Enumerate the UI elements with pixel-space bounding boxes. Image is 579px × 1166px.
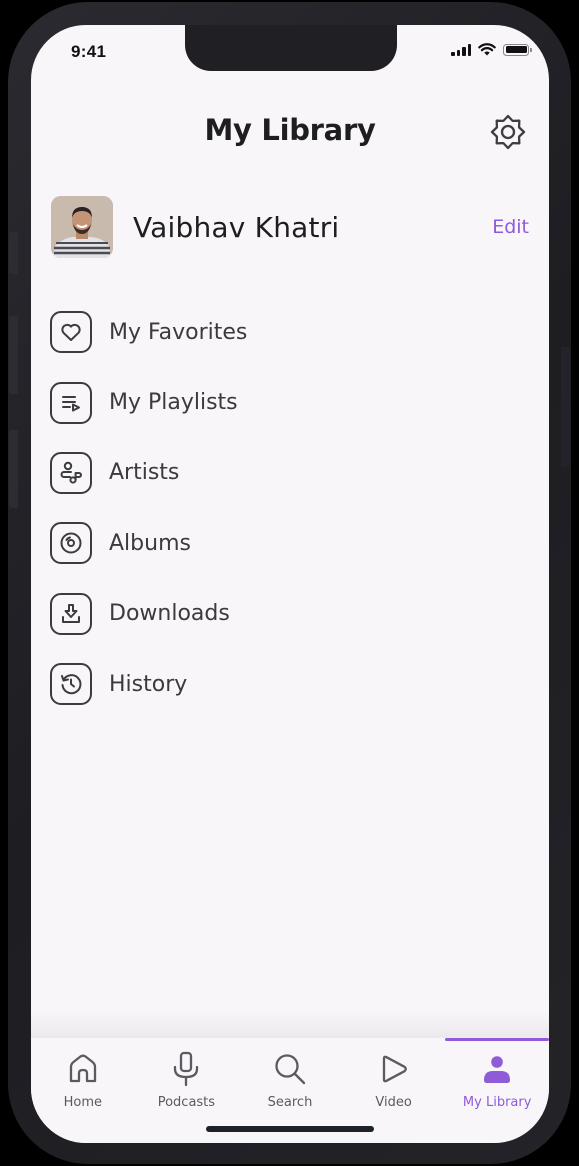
playlist-icon xyxy=(50,381,92,424)
history-icon xyxy=(50,663,92,706)
heart-icon xyxy=(50,311,92,354)
wifi-icon xyxy=(478,43,496,56)
battery-icon xyxy=(503,43,532,56)
play-icon xyxy=(377,1052,411,1086)
active-tab-indicator xyxy=(445,1038,549,1041)
tab-search[interactable]: Search xyxy=(238,1052,342,1110)
tab-label: Home xyxy=(63,1095,102,1110)
menu-item-favorites[interactable]: My Favorites xyxy=(50,297,510,367)
menu-label: Downloads xyxy=(109,601,230,627)
download-icon xyxy=(50,592,92,635)
user-icon xyxy=(480,1052,514,1086)
edit-profile-button[interactable]: Edit xyxy=(492,216,529,238)
tabbar-shadow xyxy=(31,1010,549,1038)
volume-down-button xyxy=(9,430,18,508)
menu-label: My Playlists xyxy=(109,390,238,416)
profile-row: Vaibhav Khatri Edit xyxy=(51,195,529,259)
home-icon xyxy=(66,1052,100,1086)
menu-label: Albums xyxy=(109,530,191,556)
tab-video[interactable]: Video xyxy=(342,1052,446,1110)
menu-item-artists[interactable]: Artists xyxy=(50,438,510,508)
cellular-signal-icon xyxy=(451,43,471,56)
tab-label: My Library xyxy=(462,1095,532,1110)
gear-icon xyxy=(490,114,526,150)
menu-label: Artists xyxy=(109,460,180,486)
menu-label: My Favorites xyxy=(109,319,248,345)
menu-item-albums[interactable]: Albums xyxy=(50,508,510,578)
menu-item-history[interactable]: History xyxy=(50,649,510,719)
avatar[interactable] xyxy=(51,196,113,258)
profile-name: Vaibhav Khatri xyxy=(133,210,340,244)
tab-home[interactable]: Home xyxy=(31,1052,135,1110)
menu-item-downloads[interactable]: Downloads xyxy=(50,579,510,649)
volume-up-button xyxy=(9,316,18,394)
library-menu: My Favorites My Playlists Artists Albums… xyxy=(50,297,510,719)
settings-button[interactable] xyxy=(489,113,527,151)
menu-item-playlists[interactable]: My Playlists xyxy=(50,367,510,437)
artist-icon xyxy=(50,451,92,494)
tab-podcasts[interactable]: Podcasts xyxy=(135,1051,239,1110)
search-icon xyxy=(273,1052,307,1086)
microphone-icon xyxy=(169,1051,203,1087)
tab-my-library[interactable]: My Library xyxy=(445,1052,549,1110)
tab-label: Podcasts xyxy=(157,1095,216,1110)
home-indicator[interactable] xyxy=(206,1126,374,1132)
tab-label: Search xyxy=(267,1095,313,1110)
profile-photo xyxy=(51,196,113,258)
notch xyxy=(185,25,397,71)
album-disc-icon xyxy=(50,522,92,565)
tab-label: Video xyxy=(375,1095,412,1110)
page-title: My Library xyxy=(204,113,376,147)
power-button xyxy=(561,347,570,467)
screen: 9:41 My Library Vaibhav Khatri Edit My F… xyxy=(31,25,549,1143)
status-time: 9:41 xyxy=(71,42,107,61)
mute-switch xyxy=(9,232,18,274)
menu-label: History xyxy=(109,671,188,697)
status-icons xyxy=(451,43,532,56)
